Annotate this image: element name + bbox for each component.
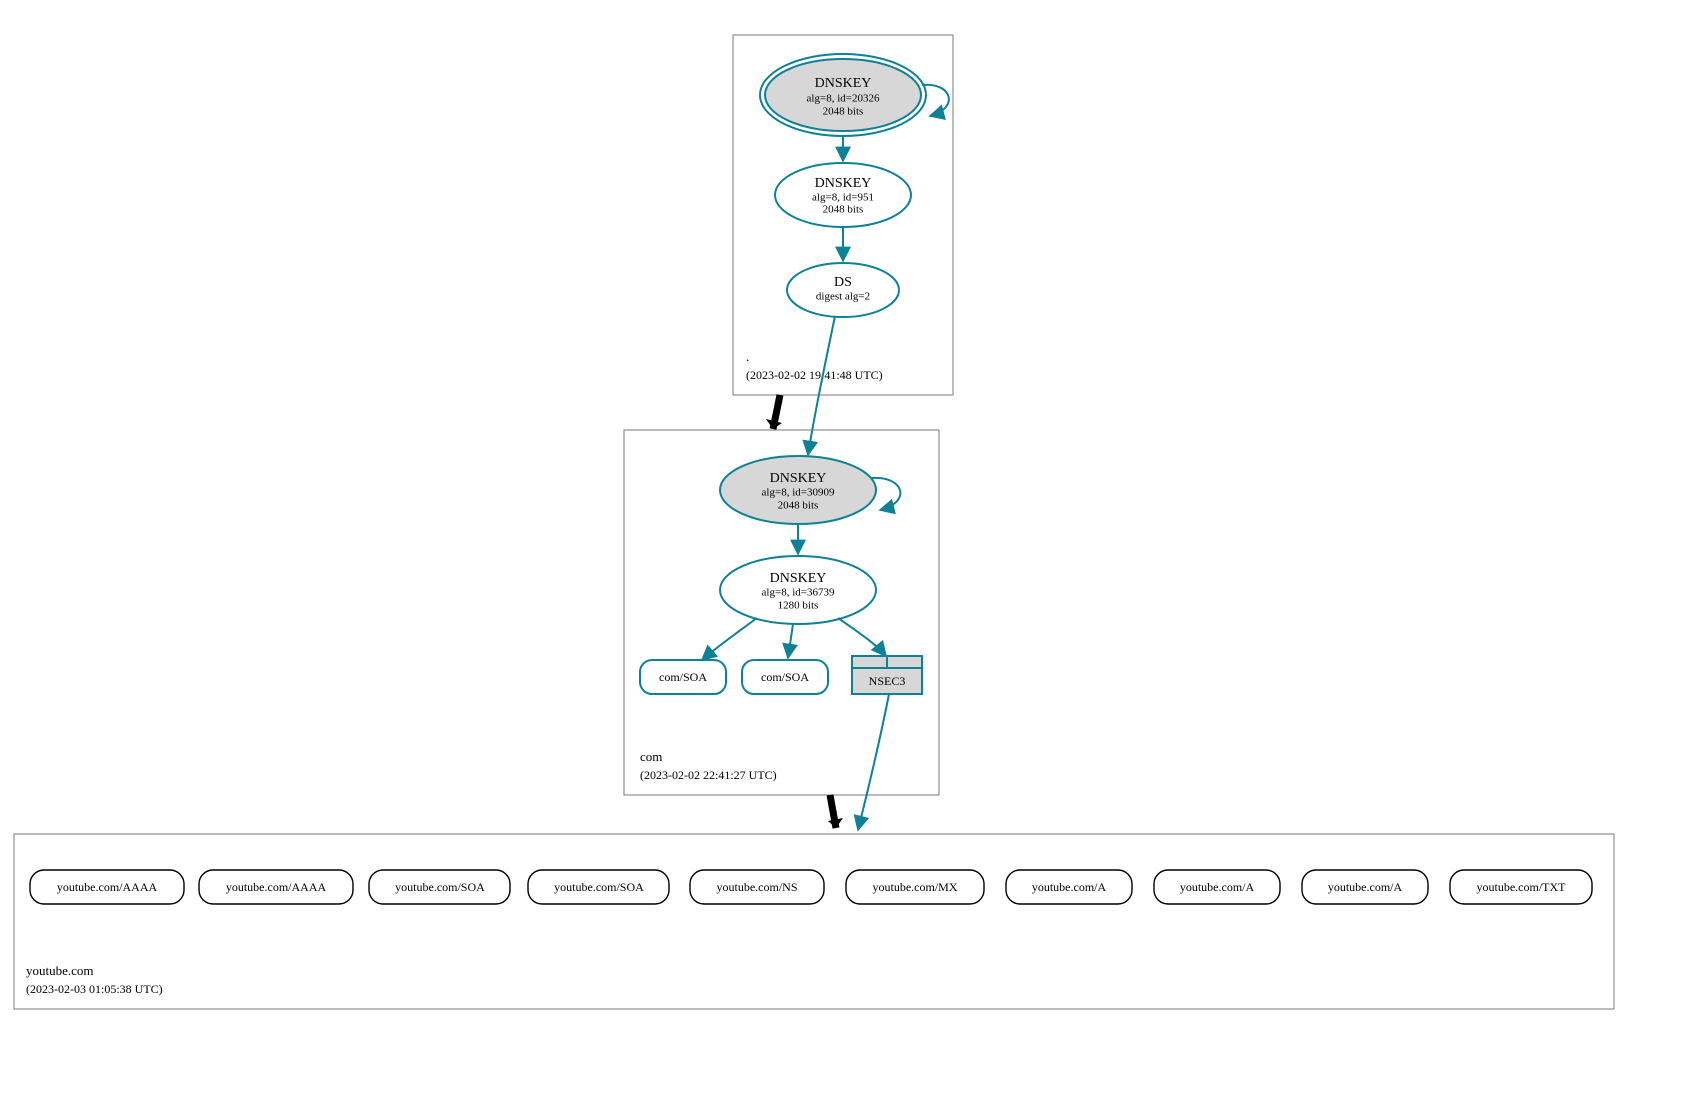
node-yt-rec-5: youtube.com/MX	[846, 870, 984, 904]
root-ksk-line2: alg=8, id=20326	[807, 93, 880, 105]
node-root-ksk: DNSKEY alg=8, id=20326 2048 bits	[760, 54, 926, 136]
zone-youtube: youtube.com/AAAA youtube.com/AAAA youtub…	[14, 834, 1614, 1009]
root-ds-title: DS	[834, 275, 852, 290]
com-zsk-line3: 1280 bits	[778, 600, 819, 612]
zone-com: DNSKEY alg=8, id=30909 2048 bits DNSKEY …	[624, 430, 939, 795]
com-soa1-label: com/SOA	[659, 670, 707, 684]
edge-root-to-com	[766, 395, 782, 429]
edge-comzsk-soa1	[702, 618, 757, 660]
node-com-zsk: DNSKEY alg=8, id=36739 1280 bits	[720, 556, 876, 624]
node-yt-rec-9: youtube.com/TXT	[1450, 870, 1592, 904]
node-yt-rec-8: youtube.com/A	[1302, 870, 1428, 904]
root-ksk-title: DNSKEY	[815, 76, 872, 91]
yt-rec-7-label: youtube.com/A	[1180, 880, 1255, 894]
node-yt-rec-1: youtube.com/AAAA	[199, 870, 353, 904]
node-yt-rec-7: youtube.com/A	[1154, 870, 1280, 904]
zone-com-ts: (2023-02-02 22:41:27 UTC)	[640, 768, 777, 782]
edge-comzsk-soa2	[788, 624, 793, 658]
com-zsk-line2: alg=8, id=36739	[762, 587, 835, 599]
yt-rec-8-label: youtube.com/A	[1328, 880, 1403, 894]
node-yt-rec-6: youtube.com/A	[1006, 870, 1132, 904]
edge-nsec3-youtube	[858, 694, 889, 830]
node-com-soa2: com/SOA	[742, 660, 828, 694]
com-zsk-title: DNSKEY	[770, 571, 827, 586]
com-ksk-line2: alg=8, id=30909	[762, 487, 835, 499]
yt-rec-0-label: youtube.com/AAAA	[57, 880, 158, 894]
node-com-soa1: com/SOA	[640, 660, 726, 694]
zone-com-label: com	[640, 749, 662, 764]
edge-ds-comksk	[808, 316, 835, 455]
root-zsk-title: DNSKEY	[815, 176, 872, 191]
edge-comzsk-nsec3	[838, 618, 886, 656]
node-com-nsec3: NSEC3	[852, 656, 922, 694]
edge-com-to-youtube	[828, 795, 843, 828]
zone-root: DNSKEY alg=8, id=20326 2048 bits DNSKEY …	[733, 35, 953, 395]
zone-youtube-label: youtube.com	[26, 963, 94, 978]
root-ds-line2: digest alg=2	[816, 291, 870, 303]
yt-rec-1-label: youtube.com/AAAA	[226, 880, 327, 894]
root-zsk-line3: 2048 bits	[823, 204, 864, 216]
node-root-zsk: DNSKEY alg=8, id=951 2048 bits	[775, 163, 911, 227]
root-zsk-line2: alg=8, id=951	[812, 192, 874, 204]
yt-rec-4-label: youtube.com/NS	[717, 880, 798, 894]
node-yt-rec-4: youtube.com/NS	[690, 870, 824, 904]
com-ksk-title: DNSKEY	[770, 471, 827, 486]
node-root-ds: DS digest alg=2	[787, 263, 899, 317]
yt-rec-5-label: youtube.com/MX	[873, 880, 958, 894]
zone-root-ts: (2023-02-02 19:41:48 UTC)	[746, 368, 883, 382]
yt-rec-9-label: youtube.com/TXT	[1477, 880, 1567, 894]
com-nsec3-label: NSEC3	[869, 674, 906, 688]
zone-root-label: .	[746, 349, 749, 364]
dnssec-diagram: DNSKEY alg=8, id=20326 2048 bits DNSKEY …	[0, 0, 1708, 1094]
yt-rec-6-label: youtube.com/A	[1032, 880, 1107, 894]
node-yt-rec-3: youtube.com/SOA	[528, 870, 669, 904]
com-ksk-line3: 2048 bits	[778, 500, 819, 512]
zone-youtube-ts: (2023-02-03 01:05:38 UTC)	[26, 982, 163, 996]
node-yt-rec-2: youtube.com/SOA	[369, 870, 510, 904]
yt-rec-3-label: youtube.com/SOA	[554, 880, 644, 894]
node-com-ksk: DNSKEY alg=8, id=30909 2048 bits	[720, 456, 876, 524]
com-soa2-label: com/SOA	[761, 670, 809, 684]
yt-rec-2-label: youtube.com/SOA	[395, 880, 485, 894]
node-yt-rec-0: youtube.com/AAAA	[30, 870, 184, 904]
root-ksk-line3: 2048 bits	[823, 106, 864, 118]
